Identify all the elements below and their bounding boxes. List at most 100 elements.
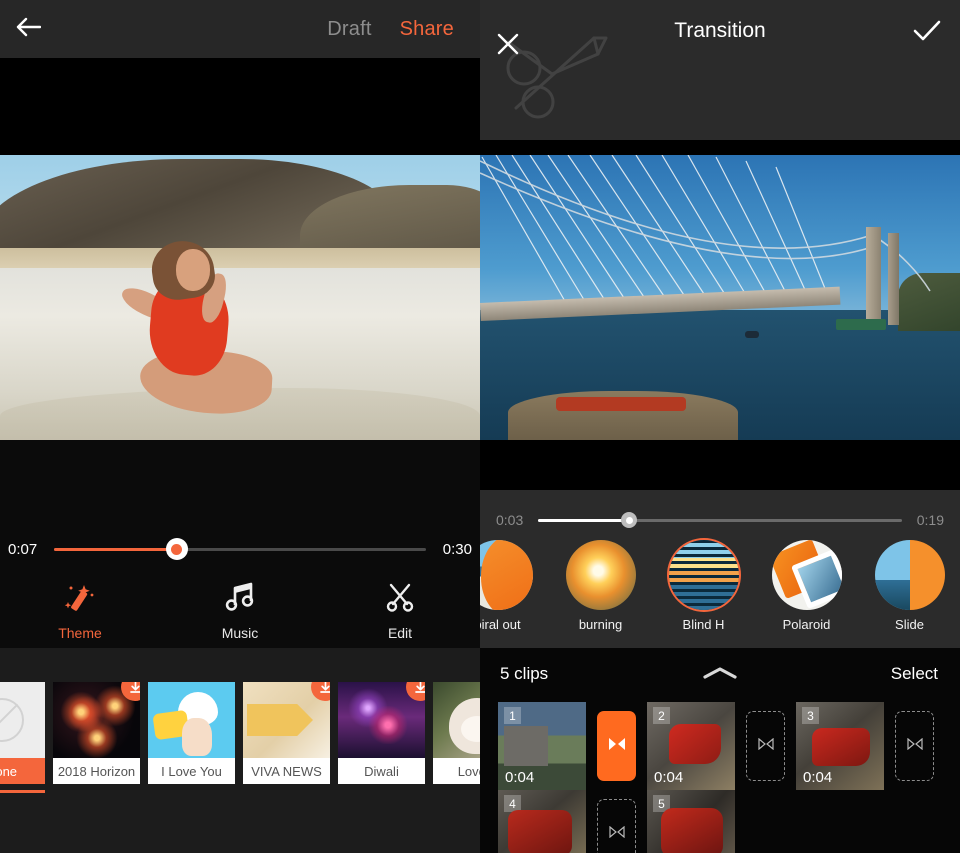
right-video-preview[interactable] [480, 140, 960, 490]
left-panel-editor: Draft Share 0:07 [0, 0, 480, 853]
theme-item-lovely[interactable]: Lovely [433, 682, 480, 784]
theme-thumb-diwali [338, 682, 425, 758]
clip-cell: 3 0:04 [796, 702, 945, 790]
clip-transition-button[interactable] [597, 711, 636, 781]
beach-scene-frame [0, 155, 480, 440]
theme-list: None 2018 Horizon [0, 682, 480, 784]
bridge-tower-right [888, 233, 899, 325]
tool-edit[interactable]: Edit [320, 574, 480, 648]
small-boat [745, 331, 759, 338]
left-video-preview[interactable] [0, 58, 480, 440]
left-controls-area: 0:07 0:30 [0, 440, 480, 648]
cargo-barge [836, 319, 886, 330]
clip-transition-button[interactable] [597, 799, 636, 853]
back-button[interactable] [0, 0, 56, 58]
draft-button[interactable]: Draft [313, 18, 385, 41]
tool-theme-label: Theme [58, 625, 102, 641]
theme-thumb-lovely [433, 682, 480, 758]
clip-thumbnail[interactable]: 2 0:04 [647, 702, 735, 790]
seek-fill [538, 519, 629, 522]
total-time-label: 0:30 [430, 541, 480, 558]
diya-shape [368, 706, 408, 744]
transition-label: Slide [895, 617, 924, 632]
clip-cell: 4 [498, 790, 647, 853]
tool-edit-label: Edit [388, 625, 412, 641]
tool-music-label: Music [222, 625, 259, 641]
left-topbar: Draft Share [0, 0, 480, 58]
clips-header: 5 clips Select [480, 648, 960, 702]
clip-duration: 0:04 [505, 769, 534, 786]
transition-item-polaroid[interactable]: Polaroid [763, 540, 850, 632]
transition-thumb-polaroid [772, 540, 842, 610]
theme-label: 2018 Horizon [53, 758, 140, 784]
theme-label: None [0, 758, 45, 784]
current-time-label: 0:03 [480, 512, 534, 528]
tool-bar: Theme Music [0, 574, 480, 648]
theme-item-2018-horizon[interactable]: 2018 Horizon [53, 682, 140, 784]
seek-track[interactable] [538, 519, 902, 522]
right-panel-transition: Transition [480, 0, 960, 853]
clip-thumbnail[interactable]: 1 0:04 [498, 702, 586, 790]
theme-item-viva-news[interactable]: VIVA NEWS [243, 682, 330, 784]
clips-count-label: 5 clips [500, 664, 548, 684]
seek-handle[interactable] [621, 512, 637, 528]
clip-transition-button[interactable] [746, 711, 785, 781]
transition-bowtie-icon [607, 737, 627, 756]
clip-number: 2 [653, 707, 670, 724]
clip-transition-button[interactable] [895, 711, 934, 781]
theme-item-none[interactable]: None [0, 682, 45, 784]
clip-number: 4 [504, 795, 521, 812]
magic-wand-icon [63, 582, 97, 617]
clip-number: 5 [653, 795, 670, 812]
check-icon [912, 31, 942, 48]
clip-duration: 0:04 [654, 769, 683, 786]
transition-bowtie-icon [906, 737, 924, 755]
transition-item-blind-h[interactable]: Blind H [660, 540, 747, 632]
download-badge[interactable] [311, 682, 330, 701]
construction-materials [556, 397, 686, 411]
transition-item-spiral-out[interactable]: piral out [480, 540, 541, 632]
clip-cell: 2 0:04 [647, 702, 796, 790]
download-badge[interactable] [406, 682, 425, 701]
no-theme-icon [0, 698, 24, 742]
seek-fill [54, 548, 177, 551]
theme-item-diwali[interactable]: Diwali [338, 682, 425, 784]
download-icon [318, 682, 331, 695]
right-topbar: Transition [480, 0, 960, 140]
clip-cell: 1 0:04 [498, 702, 647, 790]
clip-number: 1 [504, 707, 521, 724]
transition-bowtie-icon [608, 825, 626, 843]
hand-shape [182, 718, 212, 756]
clip-thumbnail[interactable]: 4 [498, 790, 586, 853]
news-arrow-shape [247, 704, 313, 736]
left-seek-row: 0:07 0:30 [0, 532, 480, 566]
transition-item-burning[interactable]: burning [557, 540, 644, 632]
transition-label: piral out [480, 617, 521, 632]
seek-handle[interactable] [166, 538, 188, 560]
select-button[interactable]: Select [891, 664, 938, 684]
transition-list: piral out burning Blind H Polaroid [480, 540, 960, 632]
scissors-icon [385, 582, 415, 617]
collapse-button[interactable] [702, 666, 738, 685]
transition-bowtie-icon [757, 737, 775, 755]
clip-number: 3 [802, 707, 819, 724]
transition-label: Blind H [683, 617, 725, 632]
theme-strip[interactable]: None 2018 Horizon [0, 648, 480, 853]
theme-thumb-viva-news [243, 682, 330, 758]
transition-thumb-slide [875, 540, 945, 610]
tool-theme[interactable]: Theme [0, 574, 160, 648]
tool-music[interactable]: Music [160, 574, 320, 648]
theme-item-i-love-you[interactable]: I Love You [148, 682, 235, 784]
current-time-label: 0:07 [0, 541, 50, 558]
theme-thumb-2018-horizon [53, 682, 140, 758]
transition-item-slide[interactable]: Slide [866, 540, 953, 632]
confirm-button[interactable] [912, 18, 942, 49]
clip-thumbnail[interactable]: 5 [647, 790, 735, 853]
share-button[interactable]: Share [386, 18, 480, 41]
download-icon [128, 682, 141, 695]
transition-thumb-blind-h [669, 540, 739, 610]
theme-label: Lovely [433, 758, 480, 784]
clip-thumbnail[interactable]: 3 0:04 [796, 702, 884, 790]
seek-track[interactable] [54, 548, 426, 551]
theme-thumb-i-love-you [148, 682, 235, 758]
